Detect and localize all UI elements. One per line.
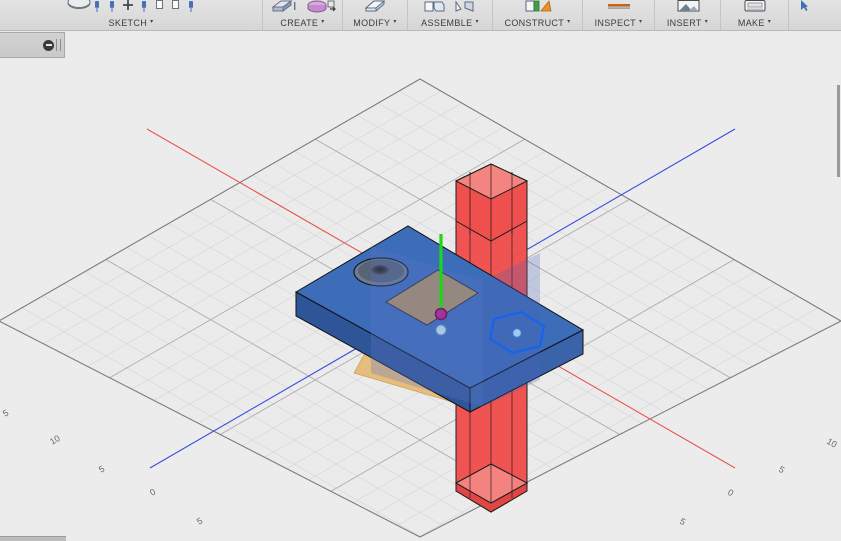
fusion360-window: SKETCH ▾ CREATE ▾ MODIFY ▾ ASSEMBLE ▾ CO… xyxy=(0,0,841,541)
make-label-text: MAKE xyxy=(737,17,765,28)
ruler-labels-right: 10 5 0 5 10 xyxy=(678,436,839,527)
inspect-tool-icons xyxy=(603,0,635,15)
ribbon-panel-insert[interactable]: INSERT ▾ xyxy=(655,0,721,30)
new-component-icon[interactable] xyxy=(422,0,448,14)
inspect-label-text: INSPECT xyxy=(594,17,637,28)
offset-plane-icon[interactable] xyxy=(522,0,554,14)
scene-canvas[interactable]: 10 5 0 5 10 5 10 5 0 5 10 xyxy=(0,31,841,541)
line-icon[interactable] xyxy=(92,0,102,14)
press-pull-icon[interactable] xyxy=(360,0,390,14)
joint-icon[interactable] xyxy=(453,0,479,14)
svg-text:5: 5 xyxy=(97,464,106,475)
ribbon-panel-modify[interactable]: MODIFY ▾ xyxy=(343,0,408,30)
assemble-tool-icons xyxy=(422,0,479,15)
sketch-tool-icons xyxy=(67,0,196,15)
ribbon-toolbar: SKETCH ▾ CREATE ▾ MODIFY ▾ ASSEMBLE ▾ CO… xyxy=(0,0,841,31)
ribbon-panel-create-label: CREATE ▾ xyxy=(267,15,338,30)
ribbon-panel-sketch[interactable]: SKETCH ▾ xyxy=(0,0,263,30)
spline-icon[interactable] xyxy=(107,0,117,14)
ribbon-panel-sketch-label: SKETCH ▾ xyxy=(4,15,258,30)
chevron-down-icon[interactable]: ▾ xyxy=(321,15,324,29)
chevron-down-icon[interactable]: ▾ xyxy=(705,15,708,29)
ribbon-panel-construct-label: CONSTRUCT ▾ xyxy=(497,15,578,30)
bottom-status-bar[interactable] xyxy=(0,536,66,541)
collapse-icon[interactable] xyxy=(43,39,54,51)
browser-collapsed-panel[interactable] xyxy=(0,32,65,58)
ribbon-panel-overflow[interactable] xyxy=(789,0,819,30)
create-sketch-icon[interactable] xyxy=(67,0,90,14)
insert-image-icon[interactable] xyxy=(673,0,703,14)
modify-tool-icons xyxy=(360,0,390,15)
extrude-icon[interactable] xyxy=(269,0,299,14)
chevron-down-icon[interactable]: ▾ xyxy=(393,15,396,29)
3d-print-icon[interactable] xyxy=(741,0,769,14)
svg-text:10: 10 xyxy=(48,433,62,447)
ribbon-panel-overflow-label xyxy=(793,15,815,30)
sketch-point[interactable] xyxy=(435,324,447,336)
ribbon-panel-assemble[interactable]: ASSEMBLE ▾ xyxy=(408,0,493,30)
svg-text:5: 5 xyxy=(195,516,204,527)
trim-icon[interactable] xyxy=(186,0,196,14)
chevron-down-icon[interactable]: ▾ xyxy=(150,15,153,29)
hex-column-through-plate xyxy=(456,221,527,512)
ribbon-panel-construct[interactable]: CONSTRUCT ▾ xyxy=(493,0,583,30)
assemble-label-text: ASSEMBLE xyxy=(421,17,473,28)
overflow-tool-icons xyxy=(799,0,809,15)
measure-icon[interactable] xyxy=(603,0,635,14)
scene-geometry: 10 5 0 5 10 5 10 5 0 5 10 xyxy=(0,78,841,538)
scrollbar-thumb[interactable] xyxy=(837,85,840,177)
arc-icon[interactable] xyxy=(139,0,149,14)
rectangle-icon[interactable] xyxy=(154,0,165,14)
chevron-down-icon[interactable]: ▾ xyxy=(639,15,642,29)
create-label-text: CREATE xyxy=(280,17,319,28)
construct-tool-icons xyxy=(522,0,554,15)
svg-text:5: 5 xyxy=(777,464,786,475)
construct-label-text: CONSTRUCT xyxy=(504,17,565,28)
svg-text:0: 0 xyxy=(148,487,157,498)
ribbon-panel-make-label: MAKE ▾ xyxy=(725,15,784,30)
svg-text:5: 5 xyxy=(678,516,687,527)
insert-label-text: INSERT xyxy=(666,17,702,28)
make-tool-icons xyxy=(741,0,769,15)
point-icon[interactable] xyxy=(122,0,134,14)
chevron-down-icon[interactable]: ▾ xyxy=(475,15,478,29)
modify-label-text: MODIFY xyxy=(353,17,391,28)
viewport-vertical-scrollbar[interactable] xyxy=(836,31,841,541)
ribbon-panel-insert-label: INSERT ▾ xyxy=(659,15,716,30)
3d-viewport[interactable]: 10 5 0 5 10 5 10 5 0 5 10 xyxy=(0,31,841,541)
ribbon-panel-modify-label: MODIFY ▾ xyxy=(347,15,403,30)
chevron-down-icon[interactable]: ▾ xyxy=(567,15,570,29)
ribbon-panel-inspect-label: INSPECT ▾ xyxy=(587,15,650,30)
ribbon-panel-create[interactable]: CREATE ▾ xyxy=(263,0,343,30)
ribbon-panel-make[interactable]: MAKE ▾ xyxy=(721,0,789,30)
insert-tool-icons xyxy=(673,0,703,15)
sketch-label-text: SKETCH xyxy=(108,17,148,28)
create-tool-icons xyxy=(269,0,336,15)
select-icon[interactable] xyxy=(799,0,809,14)
revolve-icon[interactable] xyxy=(304,0,336,14)
svg-text:0: 0 xyxy=(726,487,735,498)
ribbon-panel-assemble-label: ASSEMBLE ▾ xyxy=(412,15,488,30)
svg-text:5: 5 xyxy=(1,408,10,419)
slot-icon[interactable] xyxy=(170,0,181,14)
ribbon-panel-inspect[interactable]: INSPECT ▾ xyxy=(583,0,655,30)
panel-resize-grip[interactable] xyxy=(56,39,61,51)
chevron-down-icon[interactable]: ▾ xyxy=(768,15,771,29)
